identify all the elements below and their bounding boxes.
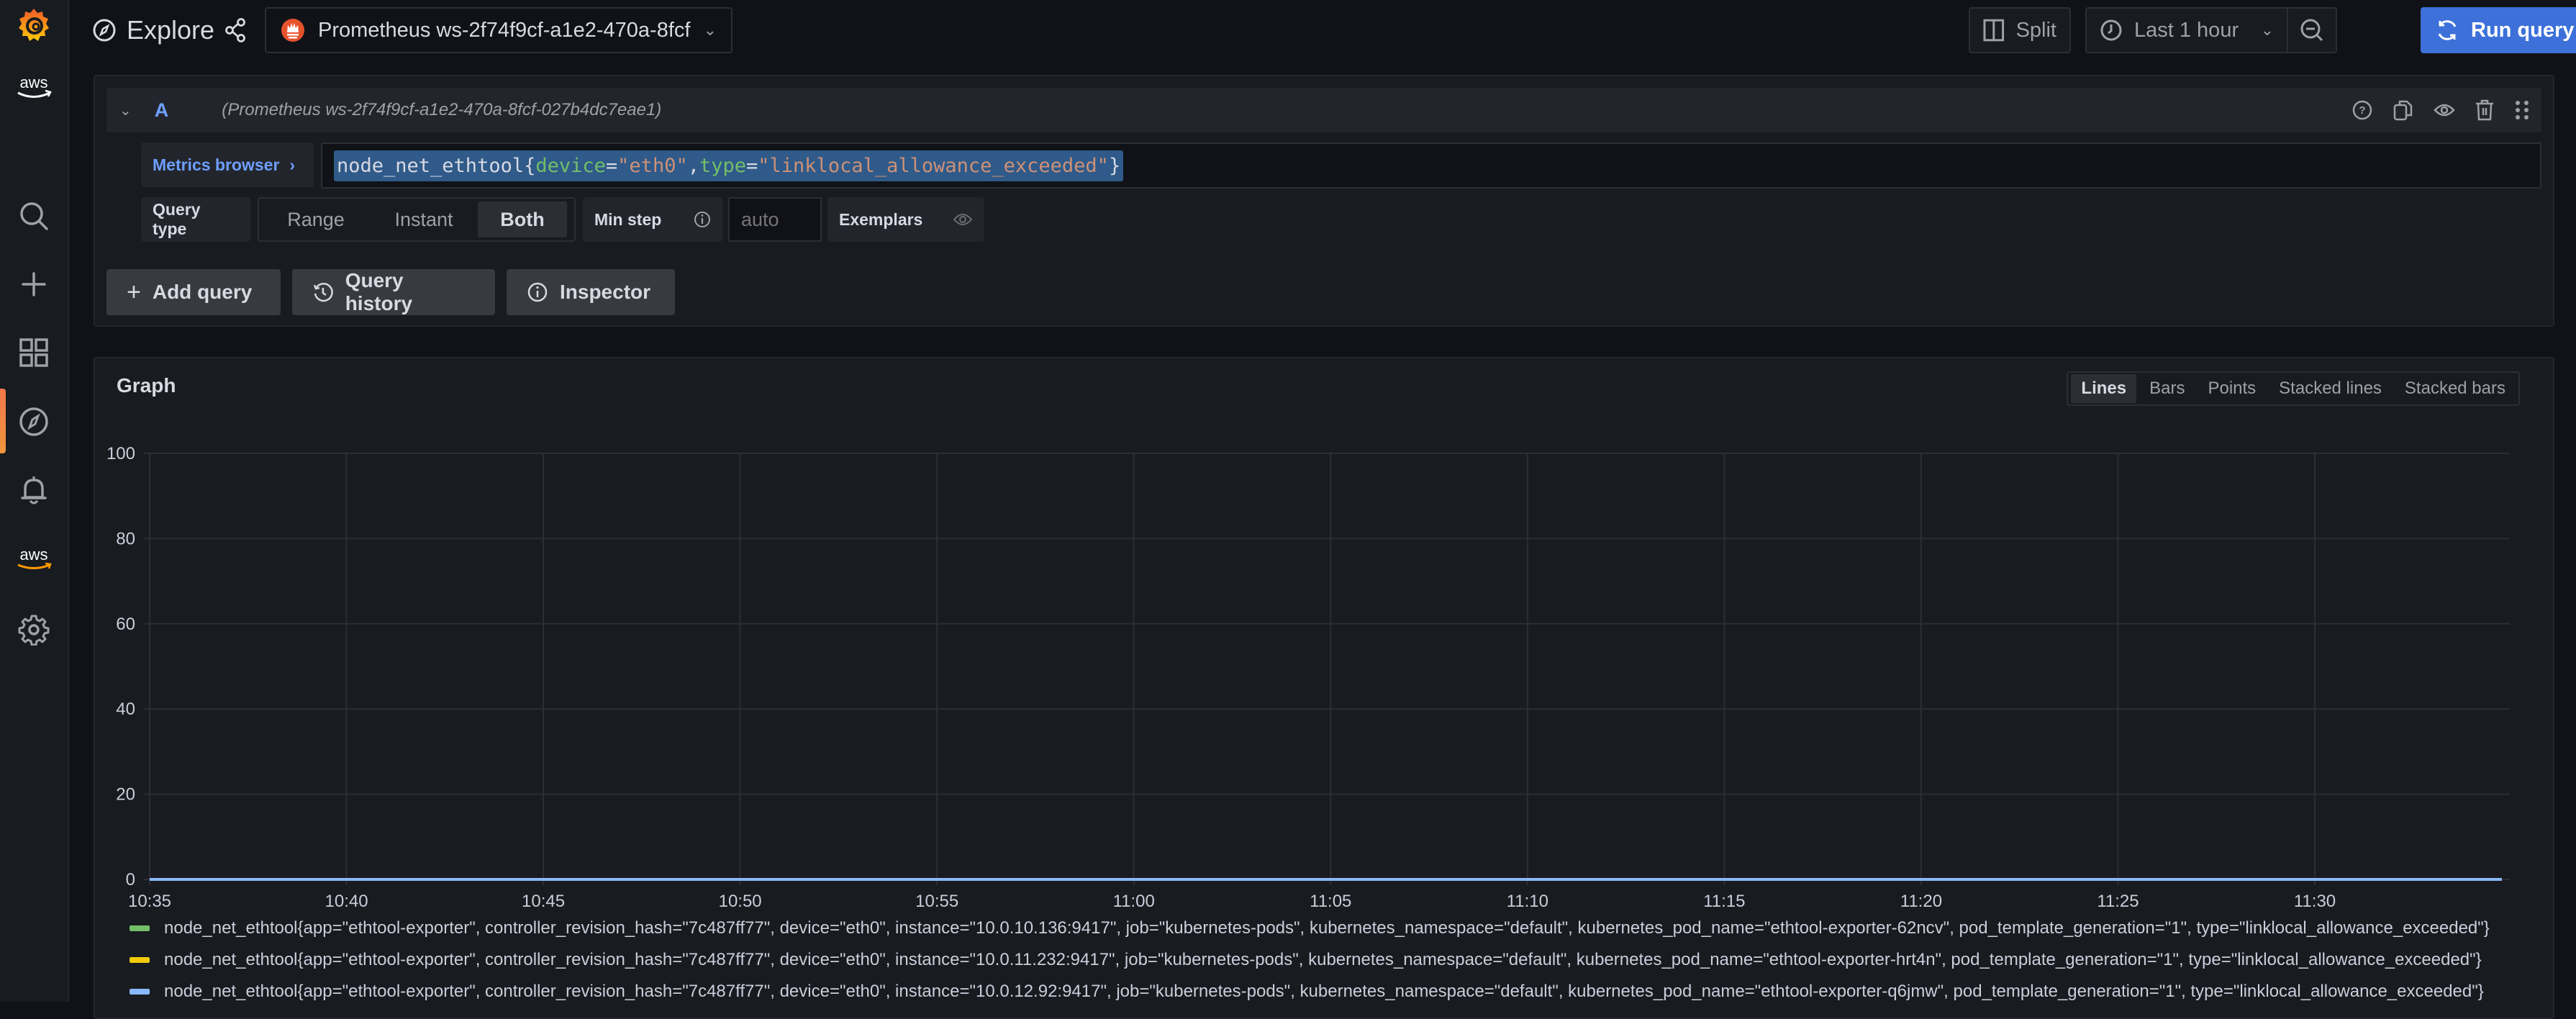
y-tick-label: 80 [116, 529, 135, 548]
x-tick-label: 11:10 [1507, 892, 1548, 911]
x-tick-label: 11:30 [2294, 892, 2336, 911]
x-axis: 10:35 10:40 10:45 10:50 10:55 11:00 11:05 11:10… [128, 892, 2336, 911]
legend-label: node_net_ethtool{app="ethtool-exporter",… [164, 950, 2482, 969]
chart-grid [144, 453, 2510, 885]
x-tick-label: 11:05 [1310, 892, 1351, 911]
legend-label: node_net_ethtool{app="ethtool-exporter",… [164, 982, 2484, 1001]
legend-item[interactable]: node_net_ethtool{app="ethtool-exporter",… [130, 982, 2484, 1002]
x-tick-label: 11:00 [1113, 892, 1155, 911]
legend-label: node_net_ethtool{app="ethtool-exporter",… [164, 918, 2490, 938]
y-tick-label: 20 [116, 785, 135, 805]
y-tick-label: 40 [116, 699, 135, 719]
legend-color-swatch [130, 957, 150, 963]
x-tick-label: 11:15 [1703, 892, 1745, 911]
y-tick-label: 60 [116, 615, 135, 634]
x-tick-label: 10:55 [915, 892, 958, 911]
x-tick-label: 10:40 [325, 892, 368, 911]
x-tick-label: 10:50 [719, 892, 762, 911]
legend-item[interactable]: node_net_ethtool{app="ethtool-exporter",… [130, 918, 2490, 938]
y-tick-label: 0 [126, 870, 135, 889]
x-tick-label: 11:25 [2097, 892, 2139, 911]
legend-item[interactable]: node_net_ethtool{app="ethtool-exporter",… [130, 950, 2482, 970]
x-tick-label: 10:45 [522, 892, 565, 911]
y-tick-label: 100 [106, 444, 135, 463]
x-tick-label: 10:35 [128, 892, 171, 911]
x-tick-label: 11:20 [1900, 892, 1942, 911]
legend-color-swatch [130, 989, 150, 995]
y-axis: 0 20 40 60 80 100 [106, 444, 135, 889]
time-series-chart[interactable]: 0 20 40 60 80 100 10:35 10:40 10:45 10:50 10:55 11… [0, 0, 2576, 1002]
legend-color-swatch [130, 925, 150, 931]
